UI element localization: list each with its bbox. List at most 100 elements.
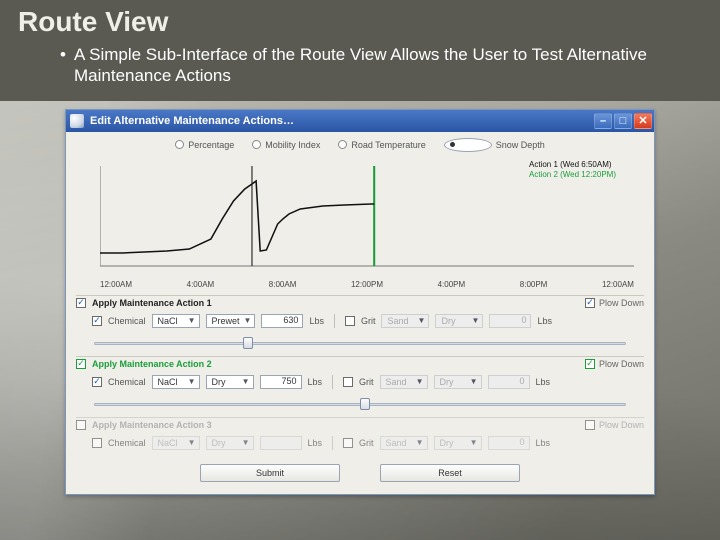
chemical-label: Chemical — [108, 438, 146, 448]
button-row: Submit Reset — [66, 456, 654, 494]
radio-icon — [444, 138, 492, 152]
plow-down-1-checkbox[interactable] — [585, 298, 595, 308]
rate-unit-label: Lbs — [308, 377, 323, 387]
chevron-down-icon: ▼ — [418, 316, 426, 325]
grit-label: Grit — [359, 438, 374, 448]
grit-form-1-select[interactable]: Dry▼ — [435, 314, 483, 328]
x-tick: 4:00AM — [187, 280, 215, 289]
grit-type-2-select[interactable]: Sand▼ — [380, 375, 428, 389]
action-block-2: Apply Maintenance Action 2 Plow Down Che… — [76, 356, 644, 411]
enable-action-1-checkbox[interactable] — [76, 298, 86, 308]
plow-down-label: Plow Down — [599, 359, 644, 369]
action-block-3: Apply Maintenance Action 3 Plow Down Che… — [76, 417, 644, 452]
app-icon — [70, 114, 84, 128]
chart-area: 0 1 2 Action 1 (Wed 6:50AM) Action 2 (We… — [100, 156, 634, 276]
chemical-3-checkbox — [92, 438, 102, 448]
x-tick: 8:00PM — [520, 280, 548, 289]
grit-label: Grit — [359, 377, 374, 387]
x-tick: 8:00AM — [269, 280, 297, 289]
chem-form-2-select[interactable]: Dry▼ — [206, 375, 254, 389]
chem-type-3-select: NaCl▼ — [152, 436, 200, 450]
radio-label: Mobility Index — [265, 140, 320, 150]
action-2-title: Apply Maintenance Action 2 — [92, 359, 262, 369]
chevron-down-icon: ▼ — [470, 438, 478, 447]
legend-action2: Action 2 (Wed 12:20PM) — [529, 170, 616, 180]
time-slider-1[interactable] — [94, 336, 626, 350]
slide-bullet: • A Simple Sub-Interface of the Route Vi… — [0, 40, 720, 101]
plow-down-label: Plow Down — [599, 298, 644, 308]
app-window: Edit Alternative Maintenance Actions… – … — [65, 109, 655, 495]
action-block-1: Apply Maintenance Action 1 Plow Down Che… — [76, 295, 644, 350]
x-tick: 4:00PM — [438, 280, 466, 289]
chevron-down-icon: ▼ — [472, 316, 480, 325]
grit-unit-label: Lbs — [537, 316, 552, 326]
grit-rate-2-input[interactable]: 0 — [488, 375, 530, 389]
rate-unit-label: Lbs — [308, 438, 323, 448]
maximize-button[interactable]: □ — [614, 113, 632, 129]
grit-rate-1-input[interactable]: 0 — [489, 314, 531, 328]
chem-form-3-select: Dry▼ — [206, 436, 254, 450]
time-slider-2[interactable] — [94, 397, 626, 411]
chemical-label: Chemical — [108, 377, 146, 387]
radio-snow-depth[interactable]: Snow Depth — [444, 138, 545, 152]
chart-legend: Action 1 (Wed 6:50AM) Action 2 (Wed 12:2… — [529, 160, 616, 181]
action-1-title: Apply Maintenance Action 1 — [92, 298, 262, 308]
x-tick: 12:00PM — [351, 280, 383, 289]
chemical-2-checkbox[interactable] — [92, 377, 102, 387]
grit-type-3-select: Sand▼ — [380, 436, 428, 450]
minimize-button[interactable]: – — [594, 113, 612, 129]
chem-rate-2-input[interactable]: 750 — [260, 375, 302, 389]
close-button[interactable]: ✕ — [634, 113, 652, 129]
action-3-title: Apply Maintenance Action 3 — [92, 420, 262, 430]
chemical-1-checkbox[interactable] — [92, 316, 102, 326]
grit-label: Grit — [361, 316, 376, 326]
chevron-down-icon: ▼ — [188, 438, 196, 447]
window-title: Edit Alternative Maintenance Actions… — [90, 115, 294, 127]
bullet-icon: • — [60, 44, 66, 65]
grit-1-checkbox[interactable] — [345, 316, 355, 326]
chevron-down-icon: ▼ — [416, 438, 424, 447]
radio-percentage[interactable]: Percentage — [175, 138, 234, 152]
chemical-label: Chemical — [108, 316, 146, 326]
grit-3-checkbox — [343, 438, 353, 448]
grit-2-checkbox[interactable] — [343, 377, 353, 387]
submit-button[interactable]: Submit — [200, 464, 340, 482]
rate-unit-label: Lbs — [309, 316, 324, 326]
titlebar[interactable]: Edit Alternative Maintenance Actions… – … — [66, 110, 654, 132]
grit-form-2-select[interactable]: Dry▼ — [434, 375, 482, 389]
divider — [334, 314, 335, 328]
divider — [332, 375, 333, 389]
chevron-down-icon: ▼ — [188, 316, 196, 325]
chevron-down-icon: ▼ — [242, 377, 250, 386]
chem-rate-3-input — [260, 436, 302, 450]
plow-down-2-checkbox[interactable] — [585, 359, 595, 369]
plow-down-label: Plow Down — [599, 420, 644, 430]
grit-type-1-select[interactable]: Sand▼ — [381, 314, 429, 328]
chevron-down-icon: ▼ — [416, 377, 424, 386]
radio-label: Road Temperature — [351, 140, 425, 150]
slide-title: Route View — [0, 0, 720, 40]
slider-thumb[interactable] — [243, 337, 253, 349]
chevron-down-icon: ▼ — [188, 377, 196, 386]
reset-button[interactable]: Reset — [380, 464, 520, 482]
grit-unit-label: Lbs — [536, 377, 551, 387]
grit-rate-3-input: 0 — [488, 436, 530, 450]
chem-type-1-select[interactable]: NaCl▼ — [152, 314, 200, 328]
enable-action-2-checkbox[interactable] — [76, 359, 86, 369]
grit-unit-label: Lbs — [536, 438, 551, 448]
radio-label: Snow Depth — [496, 140, 545, 150]
slider-track — [94, 342, 626, 345]
enable-action-3-checkbox[interactable] — [76, 420, 86, 430]
slider-thumb[interactable] — [360, 398, 370, 410]
x-tick: 12:00AM — [602, 280, 634, 289]
chevron-down-icon: ▼ — [244, 316, 252, 325]
radio-icon — [175, 140, 184, 149]
radio-road-temperature[interactable]: Road Temperature — [338, 138, 425, 152]
chem-form-1-select[interactable]: Prewet▼ — [206, 314, 256, 328]
chevron-down-icon: ▼ — [242, 438, 250, 447]
grit-form-3-select: Dry▼ — [434, 436, 482, 450]
slide-bullet-text: A Simple Sub-Interface of the Route View… — [46, 44, 696, 87]
chem-type-2-select[interactable]: NaCl▼ — [152, 375, 200, 389]
radio-mobility-index[interactable]: Mobility Index — [252, 138, 320, 152]
chem-rate-1-input[interactable]: 630 — [261, 314, 303, 328]
